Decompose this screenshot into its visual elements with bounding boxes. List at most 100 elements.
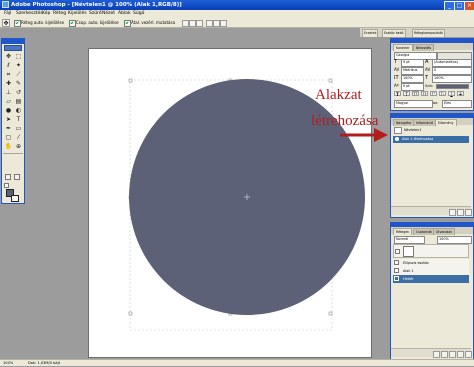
eyedropper-tool-icon[interactable]: ⁄ xyxy=(14,134,23,142)
menu-select[interactable]: Kijelölés xyxy=(68,10,87,18)
superscript-icon[interactable]: T¹ xyxy=(430,91,437,96)
clone-stamp-icon[interactable]: ⊥ xyxy=(4,89,13,97)
align-left-icon[interactable] xyxy=(206,20,213,27)
auto-select-group-checkbox[interactable] xyxy=(69,20,76,27)
vertical-scale-field[interactable]: 100% xyxy=(401,75,424,83)
brush-tool-icon[interactable]: ✎ xyxy=(14,80,23,88)
eraser-tool-icon[interactable]: ▱ xyxy=(4,98,13,106)
background-color-swatch[interactable] xyxy=(11,195,19,202)
layer-visibility-icon[interactable] xyxy=(394,276,399,281)
tab-history[interactable]: Előzmény xyxy=(435,119,457,126)
horizontal-scale-field[interactable]: 100% xyxy=(432,75,472,83)
pen-tool-icon[interactable]: ✒ xyxy=(4,125,13,133)
align-top-icon[interactable] xyxy=(182,20,189,27)
kerning-field[interactable]: Metrikus xyxy=(401,67,424,75)
tab-navigator[interactable]: Navigátor xyxy=(393,119,415,126)
add-mask-icon[interactable] xyxy=(433,351,440,358)
trash-icon[interactable] xyxy=(465,209,472,216)
magic-wand-tool-icon[interactable]: ✦ xyxy=(14,62,23,70)
zoom-tool-icon[interactable]: ⊕ xyxy=(14,143,23,151)
menu-edit[interactable]: Szerkesztés xyxy=(16,10,43,18)
layer-visibility-icon[interactable] xyxy=(394,268,399,273)
history-step-row[interactable]: Alak 1 létrehozása xyxy=(393,136,469,143)
move-tool-preset-icon[interactable]: ✥ xyxy=(2,19,10,27)
shape-tool-icon[interactable]: ▭ xyxy=(14,125,23,133)
align-center-icon[interactable] xyxy=(213,20,220,27)
menu-filter[interactable]: Szűrő xyxy=(89,10,102,18)
all-caps-icon[interactable]: TT xyxy=(412,91,419,96)
antialias-select[interactable]: Éles xyxy=(442,100,472,108)
transform-handle xyxy=(128,78,133,83)
menu-layer[interactable]: Réteg xyxy=(53,10,66,18)
tab-channels[interactable]: Csatornák xyxy=(413,228,436,235)
annotation-arrow-icon xyxy=(340,128,388,142)
blur-tool-icon[interactable]: ● xyxy=(4,107,13,115)
blend-mode-select[interactable]: Normál xyxy=(394,236,425,244)
align-buttons-group xyxy=(182,20,242,27)
align-middle-icon[interactable] xyxy=(189,20,196,27)
move-tool-icon[interactable]: ✥ xyxy=(4,53,13,61)
tab-layers[interactable]: Rétegek xyxy=(393,228,413,235)
menu-image[interactable]: Kép xyxy=(42,10,50,18)
photoshop-logo-icon[interactable] xyxy=(4,45,22,51)
layer-visibility-icon[interactable] xyxy=(394,260,399,265)
faux-bold-icon[interactable]: T xyxy=(394,91,401,97)
history-brush-icon[interactable]: ↺ xyxy=(14,89,23,97)
tab-character[interactable]: Karakter xyxy=(393,44,413,51)
menu-file[interactable]: Fájl xyxy=(4,10,11,18)
new-layer-icon[interactable] xyxy=(457,351,464,358)
show-transform-controls-checkbox[interactable] xyxy=(124,20,131,27)
underline-icon[interactable]: T xyxy=(448,91,455,96)
horizontal-scale-icon: T xyxy=(425,75,429,81)
adjustment-layer-icon[interactable] xyxy=(449,351,456,358)
healing-brush-icon[interactable]: ✚ xyxy=(4,80,13,88)
new-snapshot-icon[interactable] xyxy=(449,209,456,216)
crop-tool-icon[interactable]: ⌗ xyxy=(4,71,13,79)
faux-italic-icon[interactable]: T xyxy=(403,91,410,97)
tracking-field[interactable]: 0 xyxy=(432,67,472,75)
menu-help[interactable]: Súgó xyxy=(133,10,144,18)
small-caps-icon[interactable]: Tt xyxy=(421,91,428,96)
layer-row-shape-1[interactable]: Alak 1 xyxy=(393,267,469,275)
menu-window[interactable]: Ablak xyxy=(118,10,131,18)
quick-mask-icon[interactable] xyxy=(14,174,20,180)
opacity-field[interactable]: 100% xyxy=(437,236,472,244)
leading-field[interactable]: (Automatikus) xyxy=(432,59,472,67)
gradient-tool-icon[interactable]: ▤ xyxy=(14,98,23,106)
new-document-icon[interactable] xyxy=(457,209,464,216)
baseline-shift-field[interactable]: 0 pt xyxy=(401,83,424,91)
tab-info[interactable]: Információ xyxy=(413,119,436,126)
history-snapshot-row[interactable]: Névtelen1 xyxy=(393,126,469,135)
layer-row-shape[interactable] xyxy=(393,244,469,258)
toolbox-divider xyxy=(3,153,23,154)
slice-tool-icon[interactable]: ⟋ xyxy=(14,71,23,79)
tab-paragraph[interactable]: Bekezdés xyxy=(413,44,435,51)
strikethrough-icon[interactable]: T xyxy=(457,91,464,96)
layers-footer xyxy=(391,348,472,358)
menu-view[interactable]: Nézet xyxy=(102,10,115,18)
layer-name: Háttér xyxy=(403,277,414,281)
layer-visibility-icon[interactable] xyxy=(395,249,400,254)
marquee-tool-icon[interactable]: ⬚ xyxy=(14,53,23,61)
layer-row-ellipse-tool[interactable]: Ellipszis eszköz xyxy=(393,259,469,267)
hand-tool-icon[interactable]: ✋ xyxy=(4,143,13,151)
subscript-icon[interactable]: T₁ xyxy=(439,91,446,96)
toolbox-header[interactable] xyxy=(2,39,24,44)
text-color-swatch[interactable] xyxy=(436,84,469,89)
standard-mode-icon[interactable] xyxy=(5,174,11,180)
language-select[interactable]: Magyar xyxy=(394,100,433,108)
notes-tool-icon[interactable]: ▢ xyxy=(4,134,13,142)
lasso-tool-icon[interactable]: ℓ xyxy=(4,62,13,70)
align-right-icon[interactable] xyxy=(220,20,227,27)
dodge-tool-icon[interactable]: ◐ xyxy=(14,107,23,115)
font-size-field[interactable]: 9 pt xyxy=(401,59,424,67)
path-select-icon[interactable]: ➤ xyxy=(4,116,13,124)
layer-row-background[interactable]: Háttér xyxy=(393,275,469,283)
new-group-icon[interactable] xyxy=(441,351,448,358)
screen-mode-icon[interactable] xyxy=(4,183,9,188)
auto-select-layer-checkbox[interactable] xyxy=(14,20,21,27)
trash-icon[interactable] xyxy=(465,351,472,358)
type-tool-icon[interactable]: T xyxy=(14,116,23,124)
align-bottom-icon[interactable] xyxy=(196,20,203,27)
tab-paths[interactable]: Útvonalak xyxy=(433,228,456,235)
